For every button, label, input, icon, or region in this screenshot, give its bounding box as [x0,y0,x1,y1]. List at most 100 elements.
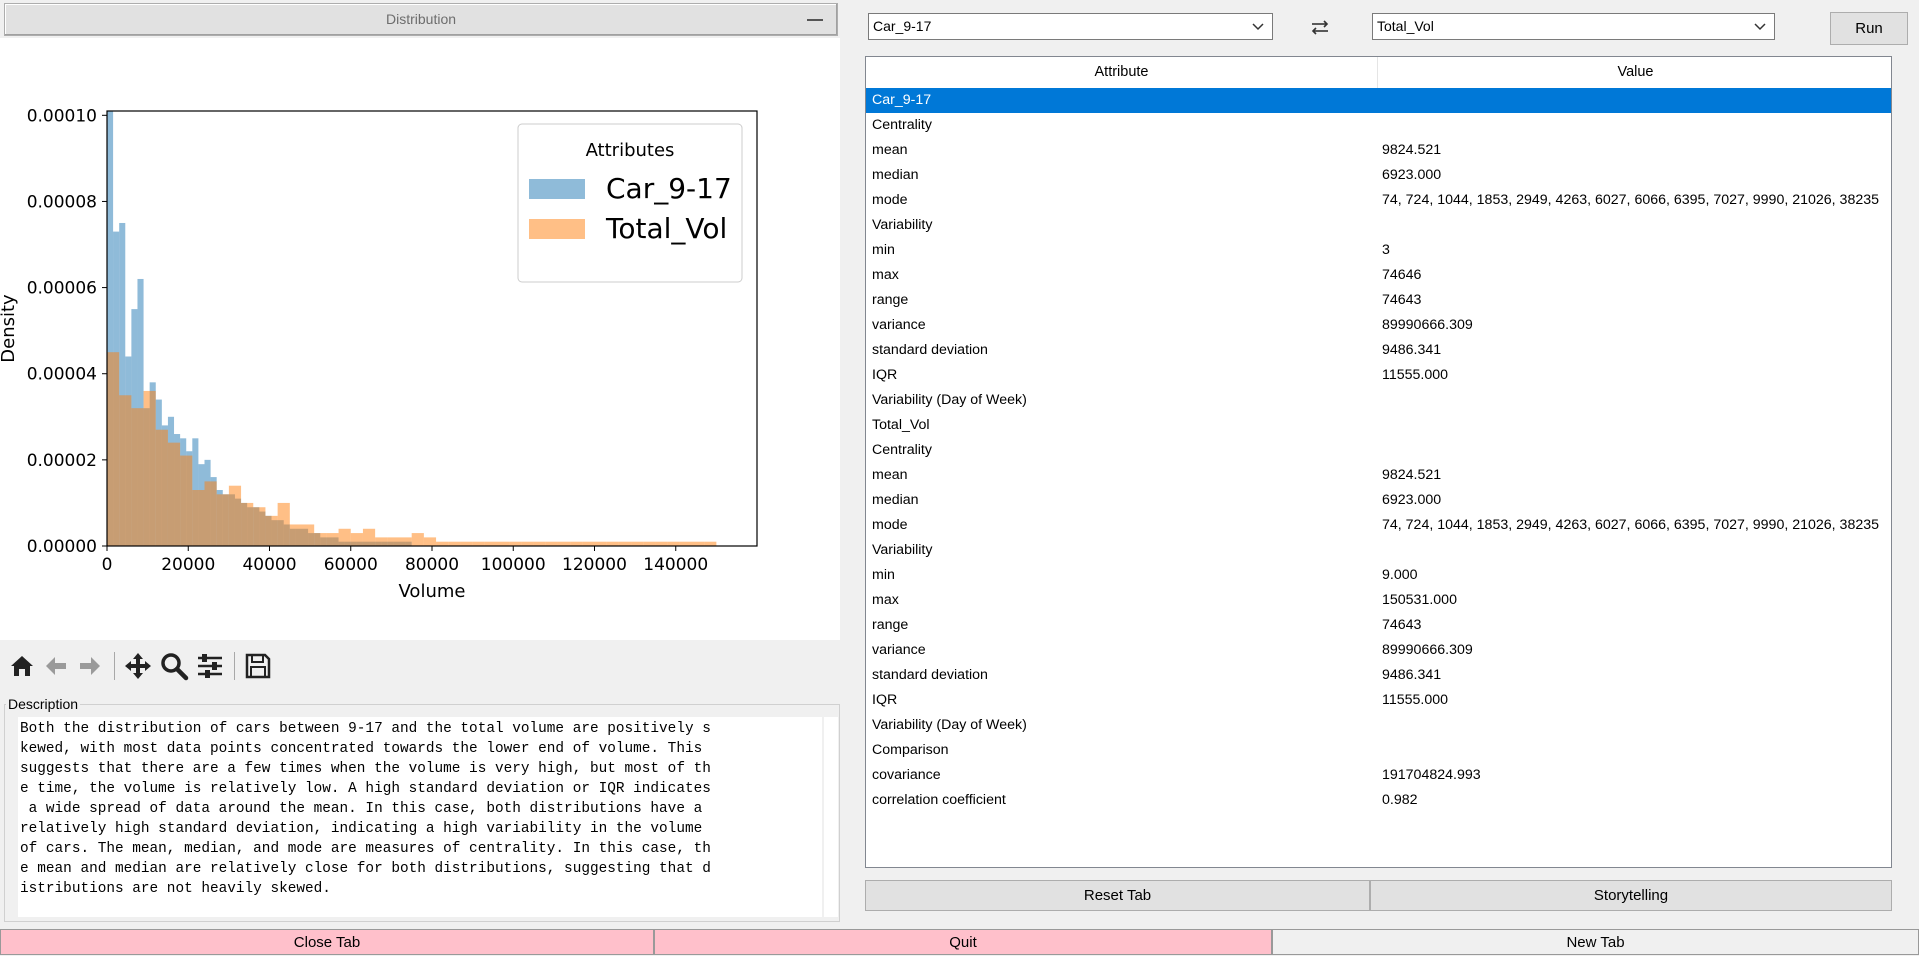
description-line: e time, the volume is relatively low. A … [20,781,711,797]
histogram-bar [533,541,546,546]
configure-subplots-icon[interactable] [194,650,226,682]
table-row[interactable]: standard deviation 9486.341 [866,338,1891,363]
plot-toolbar [0,640,840,692]
histogram-bar [704,541,717,546]
cell-attribute: IQR [872,367,898,383]
histogram-bar [277,502,290,546]
forward-arrow-icon[interactable] [74,650,106,682]
cell-value: 89990666.309 [1382,317,1473,333]
histogram-bar [192,490,205,546]
table-row[interactable]: max 74646 [866,263,1891,288]
table-row[interactable]: correlation coefficient 0.982 [866,788,1891,813]
cell-value: 11555.000 [1382,692,1449,708]
table-row[interactable]: Centrality [866,113,1891,138]
histogram-bar [399,537,412,546]
chevron-down-icon [1252,23,1264,31]
back-arrow-icon[interactable] [40,650,72,682]
storytelling-button[interactable]: Storytelling [1370,880,1892,911]
table-row[interactable]: range 74643 [866,613,1891,638]
table-row[interactable]: Variability [866,213,1891,238]
new-tab-button[interactable]: New Tab [1272,929,1919,955]
histogram-bar [460,541,473,546]
table-row[interactable]: Centrality [866,438,1891,463]
histogram-bar [180,455,193,546]
attribute1-value: Car_9-17 [873,18,932,34]
cell-attribute: mean [872,467,908,483]
run-button[interactable]: Run [1830,12,1908,45]
zoom-icon[interactable] [158,650,190,682]
description-line: kewed, with most data points concentrate… [20,741,703,757]
table-row[interactable]: Variability [866,538,1891,563]
column-header-value[interactable]: Value [1378,57,1891,88]
cell-value: 74, 724, 1044, 1853, 2949, 4263, 6027, 6… [1382,192,1880,208]
home-icon[interactable] [6,650,38,682]
x-tick-label: 100000 [481,555,546,575]
histogram-bar [131,408,144,546]
table-row[interactable]: min 3 [866,238,1891,263]
distribution-header[interactable]: Distribution [4,3,838,36]
table-row[interactable]: range 74643 [866,288,1891,313]
histogram-bar [387,537,400,546]
cell-attribute: Centrality [872,442,932,458]
distribution-chart[interactable]: 0 20000 40000 60000 80000 100000 120000 140000 0… [0,38,840,640]
cell-attribute: mean [872,142,908,158]
histogram-bar [411,533,424,546]
attribute2-select[interactable]: Total_Vol [1372,13,1775,40]
swap-icon[interactable] [1308,16,1332,40]
description-textbox[interactable]: Both the distribution of cars between 9-… [18,717,822,917]
x-tick-label: 20000 [161,555,215,575]
table-row[interactable]: median 6923.000 [866,488,1891,513]
table-row[interactable]: Total_Vol [866,413,1891,438]
histogram-bar [557,541,571,546]
cell-attribute: median [872,167,919,183]
table-row[interactable]: IQR 11555.000 [866,688,1891,713]
table-row[interactable]: covariance 191704824.993 [866,763,1891,788]
table-row[interactable]: min 9.000 [866,563,1891,588]
table-row[interactable]: variance 89990666.309 [866,313,1891,338]
table-row[interactable]: mode 74, 724, 1044, 1853, 2949, 4263, 602… [866,188,1891,213]
description-label: Description [6,696,81,712]
table-row[interactable]: mode 74, 724, 1044, 1853, 2949, 4263, 602… [866,513,1891,538]
histogram-bar [643,541,656,546]
cell-attribute: Total_Vol [872,417,930,433]
table-row[interactable]: standard deviation 9486.341 [866,663,1891,688]
histogram-bar [606,541,619,546]
table-row[interactable]: variance 89990666.309 [866,638,1891,663]
table-row[interactable]: Car_9-17 [866,88,1891,113]
cell-value: 74646 [1382,267,1422,283]
column-header-attribute[interactable]: Attribute [866,57,1377,88]
collapse-icon[interactable] [807,19,823,21]
cell-attribute: max [872,267,899,283]
quit-button[interactable]: Quit [654,929,1272,955]
cell-attribute: range [872,292,909,308]
table-row[interactable]: mean 9824.521 [866,463,1891,488]
attribute1-select[interactable]: Car_9-17 [868,13,1273,40]
table-row[interactable]: Comparison [866,738,1891,763]
histogram-bar [375,537,388,546]
histogram-bar [326,533,339,546]
histogram-bar [692,541,705,546]
save-icon[interactable] [242,650,274,682]
histogram-bar [545,541,558,546]
pan-icon[interactable] [122,650,154,682]
cell-value: 0.982 [1382,792,1418,808]
x-tick-label: 60000 [324,555,378,575]
cell-attribute: max [872,592,899,608]
table-row[interactable]: max 150531.000 [866,588,1891,613]
table-row[interactable]: mean 9824.521 [866,138,1891,163]
histogram-bar [204,481,217,546]
description-scrollbar[interactable] [824,717,838,917]
cell-value: 11555.000 [1382,367,1449,383]
table-row[interactable]: Variability (Day of Week) [866,713,1891,738]
y-tick-label: 0.00008 [27,192,97,212]
statistics-table[interactable]: Attribute Value Car_9-17 Centrality mean 98… [865,56,1892,868]
table-row[interactable]: median 6923.000 [866,163,1891,188]
chevron-down-icon [1754,23,1766,31]
x-axis-label: Volume [399,581,466,602]
cell-value: 9486.341 [1382,667,1442,683]
x-tick-label: 40000 [242,555,296,575]
reset-tab-button[interactable]: Reset Tab [865,880,1370,911]
close-tab-button[interactable]: Close Tab [0,929,654,955]
table-row[interactable]: IQR 11555.000 [866,363,1891,388]
table-row[interactable]: Variability (Day of Week) [866,388,1891,413]
